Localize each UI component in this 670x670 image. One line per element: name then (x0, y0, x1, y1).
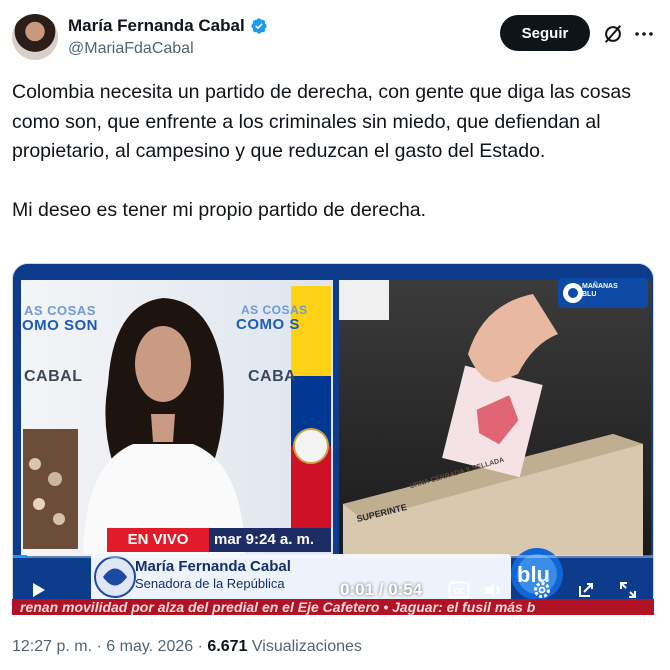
volume-icon[interactable] (482, 580, 504, 600)
backdrop-text: COMO S (236, 316, 300, 333)
backdrop-text: CABA (248, 368, 297, 385)
display-name[interactable]: María Fernanda Cabal (68, 16, 245, 36)
follow-button[interactable]: Seguir (500, 15, 590, 51)
captions-icon[interactable]: CC (448, 580, 470, 600)
avatar[interactable] (12, 14, 58, 60)
grok-icon[interactable] (602, 23, 624, 45)
fullscreen-icon[interactable] (618, 580, 638, 600)
views-count: 6.671 (207, 638, 248, 655)
live-badge: EN VIVO (107, 528, 209, 552)
meta-separator: · (197, 638, 203, 655)
handle[interactable]: @MariaFdaCabal (68, 40, 194, 58)
svg-text:CC: CC (453, 587, 465, 596)
lower-third-role: Senadora de la República (135, 576, 285, 591)
play-icon[interactable] (28, 580, 48, 600)
lower-third-name: María Fernanda Cabal (135, 558, 291, 575)
tweet-paragraph-1: Colombia necesita un partido de derecha,… (12, 81, 631, 162)
tweet-meta: 12:27 p. m. · 6 may. 2026 · 6.671 Visual… (12, 638, 362, 656)
tweet-date[interactable]: 6 may. 2026 (106, 638, 193, 655)
backdrop-text: AS COSAS (241, 303, 308, 317)
tweet-text: Colombia necesita un partido de derecha,… (12, 78, 652, 225)
backdrop-text: AS COSAS (24, 303, 96, 318)
name-row: María Fernanda Cabal (68, 16, 268, 36)
video-frame (13, 264, 653, 612)
news-ticker: renan movilidad por alza del predial en … (12, 599, 654, 615)
verified-badge-icon (250, 18, 267, 34)
broadcast-clock: mar 9:24 a. m. (209, 528, 331, 552)
video-time: 0:01 / 0:54 (340, 580, 423, 599)
backdrop-text: CABAL (24, 368, 83, 385)
settings-gear-icon[interactable] (532, 580, 552, 600)
tweet-time[interactable]: 12:27 p. m. (12, 638, 92, 655)
channel-badge: MAÑANAS BLU (582, 283, 618, 298)
meta-separator: · (96, 638, 102, 655)
backdrop-text: OMO SON (22, 317, 99, 334)
views-label: Visualizaciones (251, 638, 362, 655)
tweet-header: María Fernanda Cabal @MariaFdaCabal Segu… (12, 14, 658, 62)
video-player[interactable] (12, 263, 654, 613)
tweet-paragraph-2: Mi deseo es tener mi propio partido de d… (12, 198, 427, 221)
more-options-icon[interactable] (632, 22, 656, 46)
pop-out-icon[interactable] (576, 580, 596, 600)
